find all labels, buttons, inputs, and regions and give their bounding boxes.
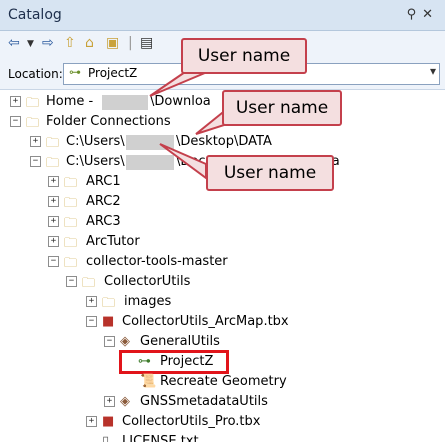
username-callout-1: User name — [181, 38, 307, 74]
callout-tail-3 — [159, 143, 207, 180]
username-callout-2: User name — [222, 90, 342, 126]
username-callout-3: User name — [206, 155, 334, 191]
